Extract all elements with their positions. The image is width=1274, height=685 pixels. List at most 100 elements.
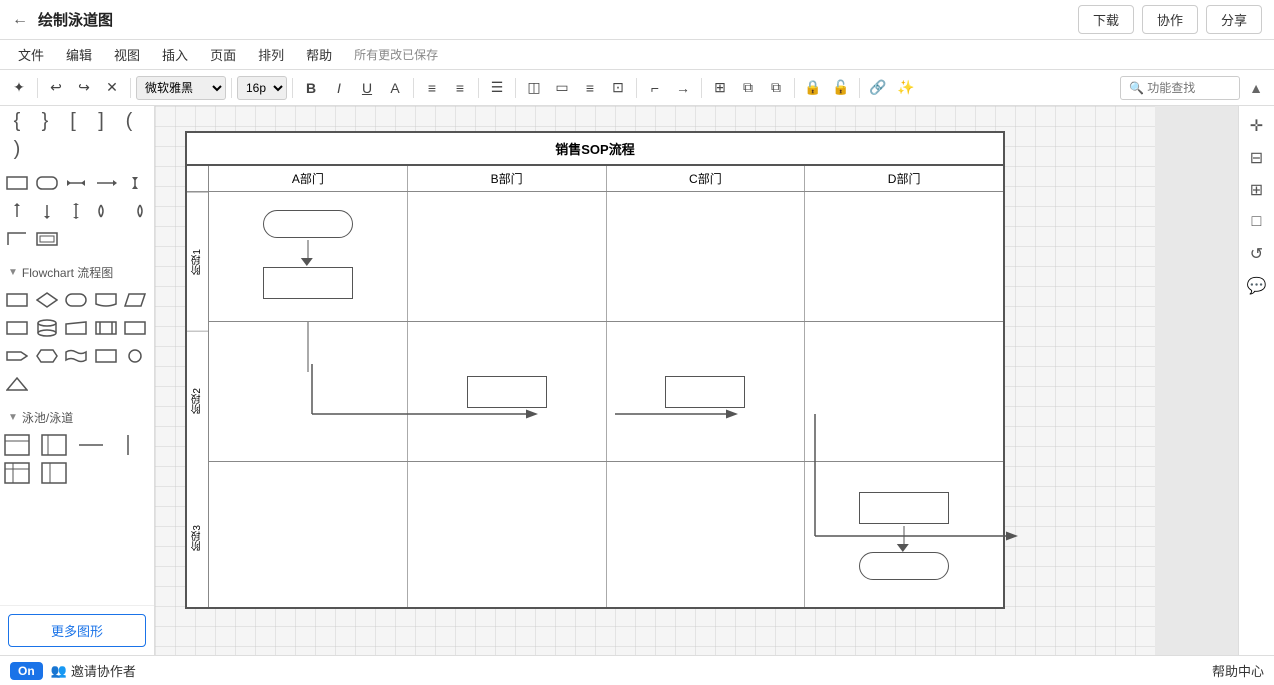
- on-badge[interactable]: On: [10, 662, 43, 680]
- undo-button[interactable]: ↩: [43, 75, 69, 101]
- fc-terminal[interactable]: [63, 287, 89, 313]
- compass-button[interactable]: ✛: [1243, 112, 1271, 140]
- cell-1b[interactable]: [408, 192, 607, 321]
- shape-process-1[interactable]: [263, 267, 353, 299]
- help-center-button[interactable]: 帮助中心: [1212, 661, 1264, 680]
- shape-arrow-down[interactable]: [34, 198, 60, 224]
- stroke-color-button[interactable]: ▭: [549, 75, 575, 101]
- cell-3a[interactable]: [209, 462, 408, 607]
- toolbar-collapse-button[interactable]: ▲: [1244, 76, 1268, 100]
- pages-button[interactable]: ⊞: [1243, 176, 1271, 204]
- fc-parallelogram[interactable]: [122, 287, 148, 313]
- more-style-button[interactable]: ≡: [577, 75, 603, 101]
- fc-triangle[interactable]: [4, 371, 30, 397]
- cell-2d[interactable]: [805, 322, 1003, 461]
- shape-double-arrow-v2[interactable]: [122, 170, 148, 196]
- underline-button[interactable]: U: [354, 75, 380, 101]
- shape-rounded-rect[interactable]: [34, 170, 60, 196]
- function-search-input[interactable]: [1120, 76, 1240, 100]
- redo-button[interactable]: ↪: [71, 75, 97, 101]
- shape-paren-open[interactable]: (: [116, 108, 142, 134]
- cell-2a[interactable]: [209, 322, 408, 461]
- sl-shape-line-v[interactable]: [115, 432, 141, 458]
- send-back-button[interactable]: ⧉: [763, 75, 789, 101]
- align-right-button[interactable]: ≡: [447, 75, 473, 101]
- fc-decision[interactable]: [34, 287, 60, 313]
- shape-bracket-close[interactable]: ]: [88, 108, 114, 134]
- shape-corner[interactable]: [4, 226, 30, 252]
- menu-help[interactable]: 帮助: [296, 41, 342, 68]
- lock-button[interactable]: 🔒: [800, 75, 826, 101]
- history-button[interactable]: ↺: [1243, 240, 1271, 268]
- shape-curly-close[interactable]: }: [32, 108, 58, 134]
- shape-paren-close[interactable]: ): [4, 136, 30, 162]
- fc-arrow-shape[interactable]: [4, 343, 30, 369]
- cell-1c[interactable]: [607, 192, 806, 321]
- cell-2b[interactable]: [408, 322, 607, 461]
- fc-predefined[interactable]: [93, 315, 119, 341]
- style-copy-button[interactable]: ⊡: [605, 75, 631, 101]
- sl-shape-grid[interactable]: [4, 460, 30, 486]
- invite-collaborator-button[interactable]: 👥 邀请协作者: [51, 661, 136, 680]
- shape-process-d1[interactable]: [859, 492, 949, 524]
- connector-button[interactable]: ⌐: [642, 75, 668, 101]
- cell-3b[interactable]: [408, 462, 607, 607]
- sl-shape-line-h[interactable]: [78, 432, 104, 458]
- fc-wave[interactable]: [63, 343, 89, 369]
- more-shapes-button[interactable]: 更多图形: [8, 614, 146, 647]
- cell-1a[interactable]: [209, 192, 408, 321]
- canvas-scroll[interactable]: 销售SOP流程 A部门 B部门 C部门 D部门 阶段1 阶段: [155, 106, 1238, 655]
- menu-edit[interactable]: 编辑: [56, 41, 102, 68]
- italic-button[interactable]: I: [326, 75, 352, 101]
- canvas[interactable]: 销售SOP流程 A部门 B部门 C部门 D部门 阶段1 阶段: [155, 106, 1155, 655]
- sl-shape-v[interactable]: [41, 432, 67, 458]
- shape-rect-outline[interactable]: [34, 226, 60, 252]
- align-left-button[interactable]: ≡: [419, 75, 445, 101]
- shape-arc-right[interactable]: [122, 198, 148, 224]
- fc-document[interactable]: [93, 287, 119, 313]
- sl-shape-col[interactable]: [41, 460, 67, 486]
- chat-button[interactable]: 💬: [1243, 272, 1271, 300]
- unlock-button[interactable]: 🔓: [828, 75, 854, 101]
- fc-rect3[interactable]: [122, 315, 148, 341]
- fc-rect4[interactable]: [93, 343, 119, 369]
- shape-rectangle[interactable]: [4, 170, 30, 196]
- menu-view[interactable]: 视图: [104, 41, 150, 68]
- flowchart-section-title[interactable]: ▼ Flowchart 流程图: [0, 258, 154, 285]
- font-size-select[interactable]: 16px 12px 14px 18px: [237, 76, 287, 100]
- font-family-select[interactable]: 微软雅黑 Arial: [136, 76, 226, 100]
- bring-front-button[interactable]: ⧉: [735, 75, 761, 101]
- swimlane-diagram[interactable]: 销售SOP流程 A部门 B部门 C部门 D部门 阶段1 阶段: [185, 131, 1005, 609]
- clear-button[interactable]: ✕: [99, 75, 125, 101]
- menu-file[interactable]: 文件: [8, 41, 54, 68]
- shape-curly-open[interactable]: {: [4, 108, 30, 134]
- fc-rect2[interactable]: [4, 315, 30, 341]
- shape-bracket-open[interactable]: [: [60, 108, 86, 134]
- cell-1d[interactable]: [805, 192, 1003, 321]
- download-button[interactable]: 下载: [1078, 5, 1134, 34]
- list-button[interactable]: ☰: [484, 75, 510, 101]
- shape-process-b[interactable]: [467, 376, 547, 408]
- fill-color-button[interactable]: ◫: [521, 75, 547, 101]
- menu-page[interactable]: 页面: [200, 41, 246, 68]
- fc-cylinder[interactable]: [34, 315, 60, 341]
- arrow-button[interactable]: →: [670, 75, 696, 101]
- shape-start[interactable]: [263, 210, 353, 238]
- cell-3d[interactable]: [805, 462, 1003, 607]
- share-button[interactable]: 分享: [1206, 5, 1262, 34]
- cell-3c[interactable]: [607, 462, 806, 607]
- select-tool[interactable]: ✦: [6, 75, 32, 101]
- shape-process-c[interactable]: [665, 376, 745, 408]
- shape-arrow-up-down[interactable]: [63, 198, 89, 224]
- font-color-button[interactable]: A: [382, 75, 408, 101]
- magic-button[interactable]: ✨: [893, 75, 919, 101]
- swimlane-section-title[interactable]: ▼ 泳池/泳道: [0, 403, 154, 430]
- shape-end[interactable]: [859, 552, 949, 580]
- shape-double-arrow-h[interactable]: [63, 170, 89, 196]
- fc-manual[interactable]: [63, 315, 89, 341]
- fc-process[interactable]: [4, 287, 30, 313]
- fc-circle[interactable]: [122, 343, 148, 369]
- fc-hexagon[interactable]: [34, 343, 60, 369]
- notes-button[interactable]: □: [1243, 208, 1271, 236]
- menu-arrange[interactable]: 排列: [248, 41, 294, 68]
